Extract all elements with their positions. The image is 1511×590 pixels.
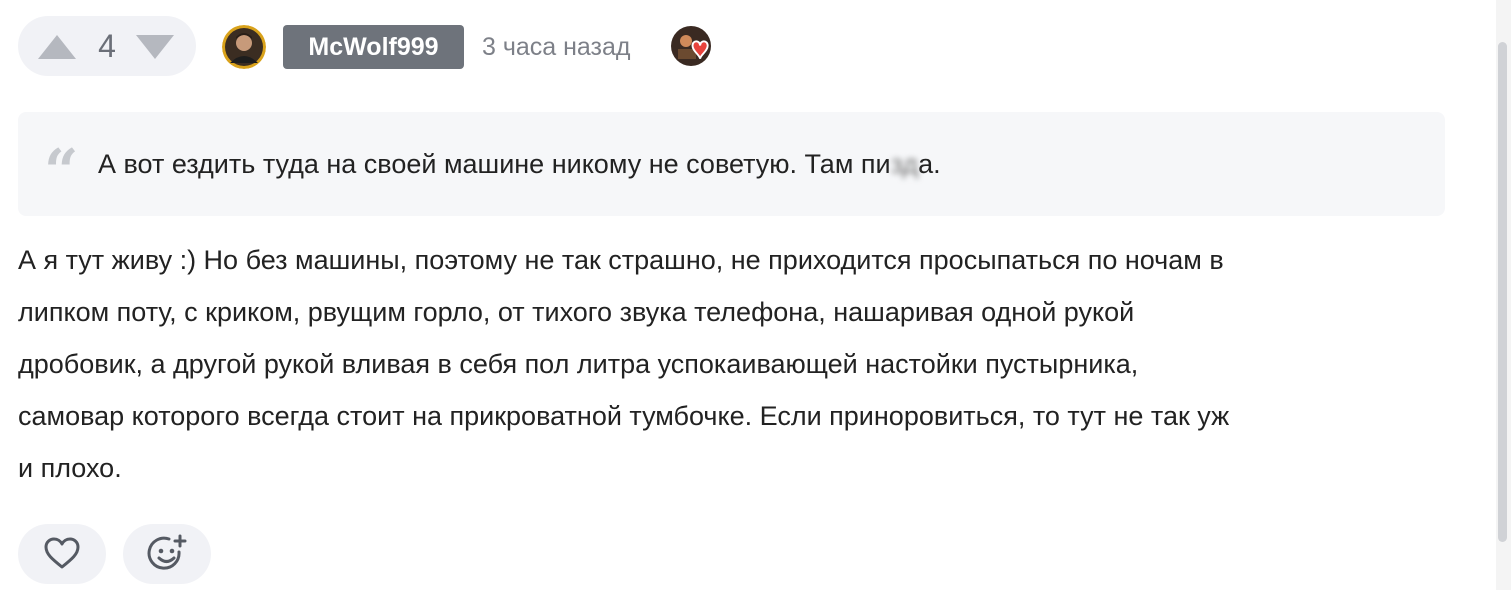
quote-text-after: а.	[918, 149, 941, 179]
upvote-icon[interactable]	[38, 35, 76, 59]
vote-score: 4	[98, 28, 116, 64]
add-emoji-icon	[147, 534, 187, 570]
author-username[interactable]: McWolf999	[283, 25, 464, 69]
comment-line: и плохо.	[18, 453, 122, 483]
quote-text: А вот ездить туда на своей машине никому…	[98, 146, 941, 182]
downvote-icon[interactable]	[136, 35, 174, 59]
vote-control: 4	[18, 16, 196, 76]
user-avatar-icon	[222, 25, 266, 69]
heart-icon	[44, 537, 80, 569]
censored-word[interactable]: зд	[891, 149, 919, 179]
avatar[interactable]	[222, 25, 266, 69]
add-reaction-button[interactable]	[123, 524, 211, 584]
quote-text-before: А вот ездить туда на своей машине никому…	[98, 149, 891, 179]
quote-marks-icon: “	[44, 142, 79, 172]
heart-award-icon[interactable]	[670, 25, 714, 69]
like-button[interactable]	[18, 524, 106, 584]
comment-line: дробовик, а другой рукой вливая в себя п…	[18, 349, 1139, 379]
comment-line: липком поту, с криком, рвущим горло, от …	[18, 297, 1135, 327]
comment-line: А я тут живу :) Но без машины, поэтому н…	[18, 245, 1224, 275]
comment-line: самовар которого всегда стоит на прикров…	[18, 401, 1230, 431]
comment-timestamp[interactable]: 3 часа назад	[482, 30, 631, 64]
scrollbar-thumb[interactable]	[1498, 42, 1507, 542]
comment-body: А я тут живу :) Но без машины, поэтому н…	[18, 234, 1438, 494]
